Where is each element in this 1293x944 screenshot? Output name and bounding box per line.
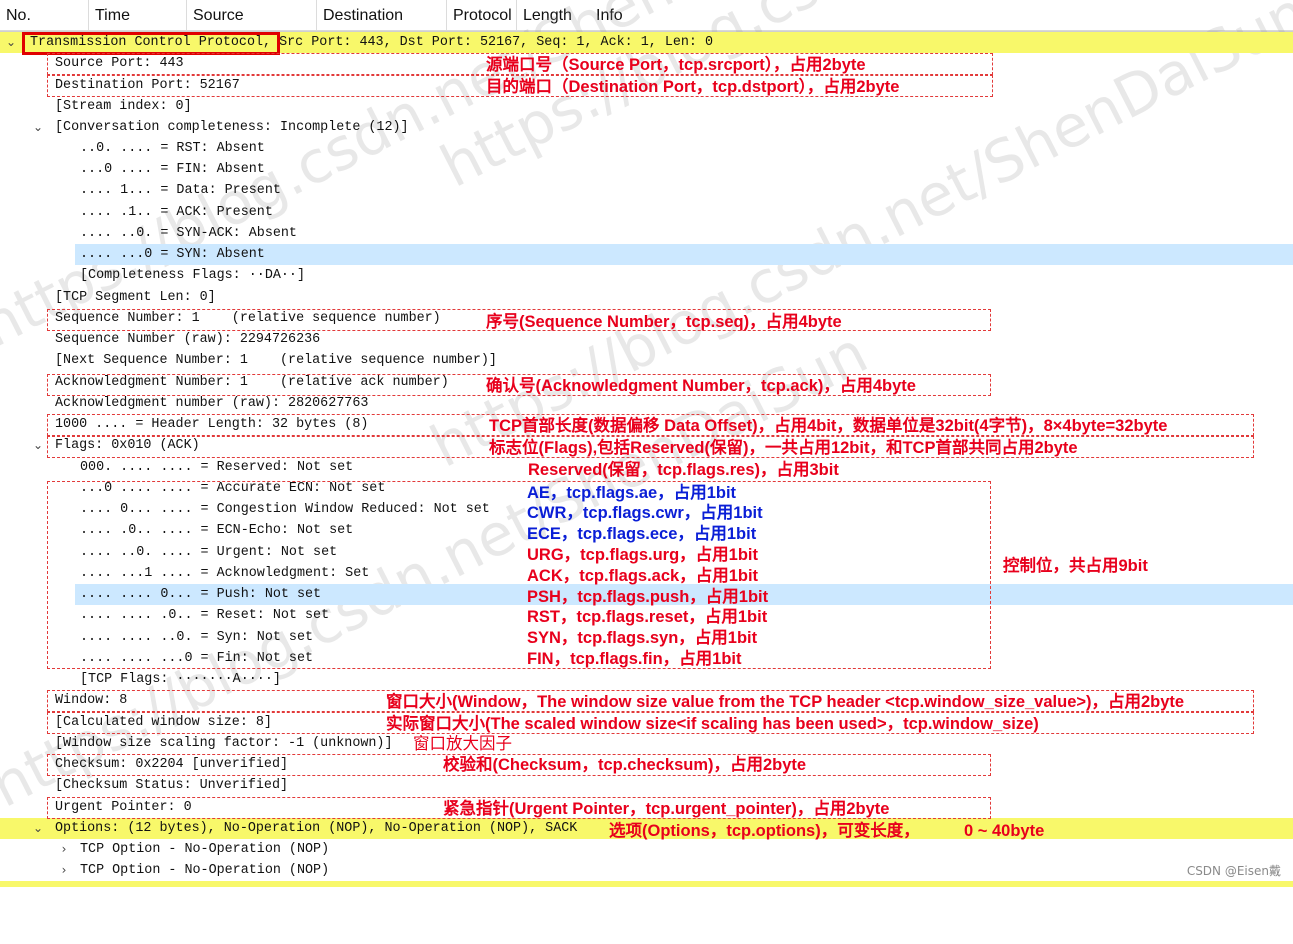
annotation-fin: FIN，tcp.flags.fin，占用1bit — [527, 650, 742, 668]
tree-row-label: [Conversation completeness: Incomplete (… — [55, 120, 409, 135]
tree-row-label: 000. .... .... = Reserved: Not set — [80, 460, 354, 475]
column-label: Destination — [323, 7, 404, 24]
annotation-reserved: Reserved(保留，tcp.flags.res)，占用3bit — [528, 461, 839, 479]
tree-row-label: [Stream index: 0] — [55, 99, 192, 114]
annotation-options: 选项(Options，tcp.options)，可变长度， — [609, 822, 920, 840]
annotation-control-bits: 控制位，共占用9bit — [1003, 557, 1148, 575]
annotation-options-length: 0 ~ 40byte — [964, 822, 1045, 840]
annotation-source-port: 源端口号（Source Port，tcp.srcport），占用2byte — [486, 56, 866, 74]
tree-row[interactable]: [TCP Segment Len: 0] — [0, 287, 1293, 308]
column-length[interactable]: Length — [516, 0, 590, 30]
tree-row[interactable]: .... ..0. = SYN-ACK: Absent — [0, 223, 1293, 244]
annotation-ece: ECE，tcp.flags.ece，占用1bit — [527, 525, 757, 543]
tree-row[interactable]: .... .1.. = ACK: Present — [0, 202, 1293, 223]
tree-row-label: Sequence Number (raw): 2294726236 — [55, 332, 321, 347]
column-label: Time — [95, 7, 130, 24]
annotation-syn: SYN，tcp.flags.syn，占用1bit — [527, 629, 758, 647]
annotation-urgent-pointer: 紧急指针(Urgent Pointer，tcp.urgent_pointer)，… — [443, 800, 890, 818]
annotation-rst: RST，tcp.flags.reset，占用1bit — [527, 608, 768, 626]
tree-row-label: .... ...0 = SYN: Absent — [80, 247, 265, 262]
column-destination[interactable]: Destination — [316, 0, 446, 30]
annotation-cwr: CWR，tcp.flags.cwr，占用1bit — [527, 504, 763, 522]
highlight-box-tcp — [22, 32, 280, 55]
column-label: Info — [596, 7, 623, 24]
column-info[interactable]: Info — [590, 0, 710, 30]
tree-row[interactable]: [Next Sequence Number: 1 (relative seque… — [0, 350, 1293, 371]
annotation-header-length: TCP首部长度(数据偏移 Data Offset)，占用4bit，数据单位是32… — [489, 417, 1168, 435]
tree-row-label: Options: (12 bytes), No-Operation (NOP),… — [55, 821, 578, 836]
tree-row-label: TCP Option - No-Operation (NOP) — [80, 842, 330, 857]
tree-row[interactable]: Acknowledgment number (raw): 2820627763 — [0, 393, 1293, 414]
annotation-ack-number: 确认号(Acknowledgment Number，tcp.ack)，占用4by… — [486, 377, 916, 395]
tree-row-label: TCP Option - No-Operation (NOP) — [80, 863, 330, 878]
column-protocol[interactable]: Protocol — [446, 0, 516, 30]
chevron-down-icon[interactable]: ⌄ — [31, 117, 45, 138]
tree-row[interactable]: › TCP Option - No-Operation (NOP) — [0, 860, 1293, 881]
annotation-urg: URG，tcp.flags.urg，占用1bit — [527, 546, 759, 564]
tree-row[interactable]: Sequence Number (raw): 2294726236 — [0, 329, 1293, 350]
annotation-sequence-number: 序号(Sequence Number，tcp.seq)，占用4byte — [486, 313, 842, 331]
column-source[interactable]: Source — [186, 0, 316, 30]
tree-row-partial — [0, 881, 1293, 887]
column-label: Length — [523, 7, 572, 24]
annotation-flags: 标志位(Flags),包括Reserved(保留)，一共占用12bit，和TCP… — [489, 439, 1078, 457]
tree-row[interactable]: .... ...0 = SYN: Absent — [0, 244, 1293, 265]
tree-row-label: .... 1... = Data: Present — [80, 183, 281, 198]
annotation-window: 窗口大小(Window，The window size value from t… — [386, 693, 1185, 711]
annotation-psh: PSH，tcp.flags.push，占用1bit — [527, 588, 769, 606]
tree-row-label: ...0 .... = FIN: Absent — [80, 162, 265, 177]
tree-row[interactable]: [Completeness Flags: ··DA··] — [0, 265, 1293, 286]
tree-row-label: .... ..0. = SYN-ACK: Absent — [80, 226, 297, 241]
tree-row[interactable]: .... 1... = Data: Present — [0, 180, 1293, 201]
tree-row[interactable]: [Stream index: 0] — [0, 96, 1293, 117]
column-label: No. — [6, 7, 31, 24]
column-no[interactable]: No. — [0, 0, 88, 30]
tree-row[interactable]: [Window size scaling factor: -1 (unknown… — [0, 733, 1293, 754]
annotation-destination-port: 目的端口（Destination Port，tcp.dstport），占用2by… — [486, 78, 900, 96]
tree-row-label: [Checksum Status: Unverified] — [55, 778, 289, 793]
annotation-scaling-factor: 窗口放大因子 — [413, 735, 512, 753]
tree-row-conversation[interactable]: ⌄ [Conversation completeness: Incomplete… — [0, 117, 1293, 138]
chevron-down-icon[interactable]: ⌄ — [4, 32, 18, 53]
packet-list-header: No. Time Source Destination Protocol Len… — [0, 0, 1293, 31]
chevron-right-icon[interactable]: › — [57, 839, 71, 860]
tree-row-label: [Next Sequence Number: 1 (relative seque… — [55, 353, 497, 368]
tree-row-label: ..0. .... = RST: Absent — [80, 141, 265, 156]
chevron-right-icon[interactable]: › — [57, 860, 71, 881]
tree-row-label: Acknowledgment number (raw): 2820627763 — [55, 396, 369, 411]
tree-row[interactable]: [TCP Flags: ·······A····] — [0, 669, 1293, 690]
annotation-calculated-window: 实际窗口大小(The scaled window size<if scaling… — [386, 715, 1039, 733]
tree-row-label: .... .1.. = ACK: Present — [80, 205, 273, 220]
tree-row-label: [Window size scaling factor: -1 (unknown… — [55, 736, 393, 751]
tree-row[interactable]: ...0 .... = FIN: Absent — [0, 159, 1293, 180]
annotation-checksum: 校验和(Checksum，tcp.checksum)，占用2byte — [443, 756, 807, 774]
annotation-ack: ACK，tcp.flags.ack，占用1bit — [527, 567, 759, 585]
tree-row[interactable]: › TCP Option - No-Operation (NOP) — [0, 839, 1293, 860]
tree-row-label: [Completeness Flags: ··DA··] — [80, 268, 305, 283]
column-label: Source — [193, 7, 244, 24]
credit-label: CSDN @Eisen戴 — [1186, 864, 1281, 878]
column-label: Protocol — [453, 7, 512, 24]
tree-row-label: [TCP Segment Len: 0] — [55, 290, 216, 305]
annotation-ae: AE，tcp.flags.ae，占用1bit — [527, 484, 737, 502]
chevron-down-icon[interactable]: ⌄ — [31, 435, 45, 456]
tree-row-label: [TCP Flags: ·······A····] — [80, 672, 281, 687]
chevron-down-icon[interactable]: ⌄ — [31, 818, 45, 839]
column-time[interactable]: Time — [88, 0, 186, 30]
annotation-box-control-bits — [47, 481, 991, 669]
tree-row[interactable]: [Checksum Status: Unverified] — [0, 775, 1293, 796]
tree-row[interactable]: ..0. .... = RST: Absent — [0, 138, 1293, 159]
